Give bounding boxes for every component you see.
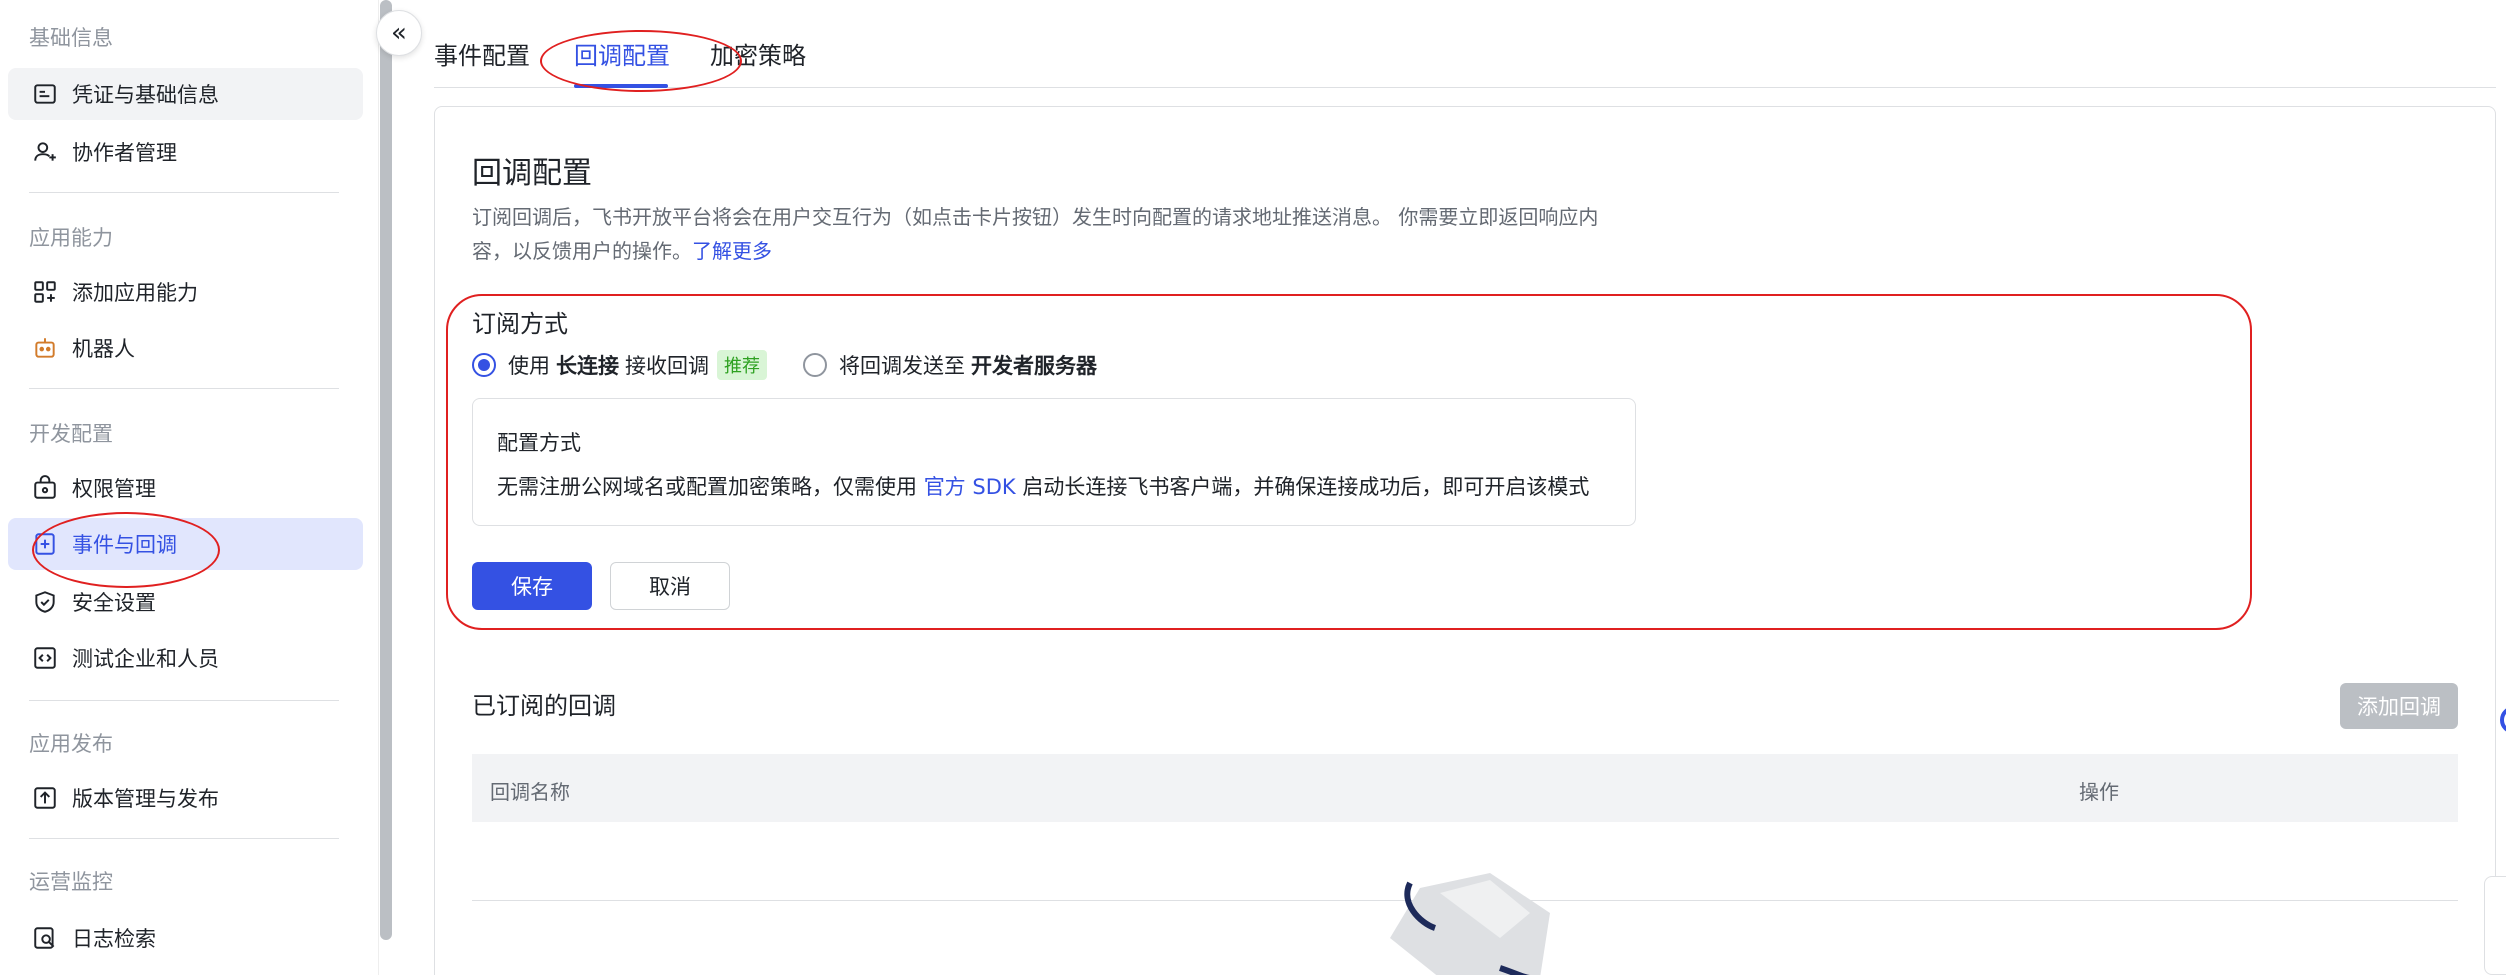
permission-icon xyxy=(32,475,58,501)
sidebar-item-log-search[interactable]: 日志检索 xyxy=(8,912,363,964)
active-tab-underline xyxy=(574,84,668,88)
subscribed-callbacks-title: 已订阅的回调 xyxy=(472,692,616,720)
floating-assistant-icon[interactable] xyxy=(2492,700,2506,740)
subscribe-method-options: 使用 长连接 接收回调 推荐 将回调发送至 开发者服务器 xyxy=(472,350,1103,380)
sidebar-item-security[interactable]: 安全设置 xyxy=(8,576,363,628)
log-search-icon xyxy=(32,925,58,951)
official-sdk-link[interactable]: 官方 SDK xyxy=(924,475,1016,499)
sidebar-item-events-callbacks[interactable]: 事件与回调 xyxy=(8,518,363,570)
empty-state-illustration xyxy=(1390,873,1550,975)
section-dev-config: 开发配置 xyxy=(29,422,113,446)
tab-bar: 事件配置 回调配置 加密策略 xyxy=(434,0,2496,88)
option2-bold: 开发者服务器 xyxy=(971,354,1097,378)
option1-post: 接收回调 xyxy=(625,354,709,378)
event-icon xyxy=(32,531,58,557)
sidebar-item-label: 添加应用能力 xyxy=(72,281,198,305)
sidebar-item-permissions[interactable]: 权限管理 xyxy=(8,462,363,514)
sidebar-item-label: 凭证与基础信息 xyxy=(72,83,219,107)
sidebar-scrollbar-thumb[interactable] xyxy=(380,0,392,940)
config-method-box: 配置方式 无需注册公网域名或配置加密策略，仅需使用 官方 SDK 启动长连接飞书… xyxy=(472,398,1636,526)
robot-icon xyxy=(32,335,58,361)
config-text-post: 启动长连接飞书客户端，并确保连接成功后，即可开启该模式 xyxy=(1022,475,1590,499)
option1-bold: 长连接 xyxy=(556,354,619,378)
table-header: 回调名称 操作 xyxy=(472,754,2458,822)
option1-pre: 使用 xyxy=(508,354,550,378)
config-method-text: 无需注册公网域名或配置加密策略，仅需使用 官方 SDK 启动长连接飞书客户端，并… xyxy=(497,471,1589,501)
page-description: 订阅回调后，飞书开放平台将会在用户交互行为（如点击卡片按钮）发生时向配置的请求地… xyxy=(472,200,1672,268)
radio-long-connection[interactable] xyxy=(472,353,496,377)
radio-developer-server[interactable] xyxy=(803,353,827,377)
save-button[interactable]: 保存 xyxy=(472,562,592,610)
credential-icon xyxy=(32,81,58,107)
collapse-sidebar-button[interactable]: « xyxy=(376,10,422,56)
sidebar-item-credentials[interactable]: 凭证与基础信息 xyxy=(8,68,363,120)
subscribe-method-title: 订阅方式 xyxy=(472,310,568,338)
sidebar-item-label: 机器人 xyxy=(72,337,135,361)
user-add-icon xyxy=(32,139,58,165)
sidebar-item-label: 事件与回调 xyxy=(72,533,177,557)
config-method-title: 配置方式 xyxy=(497,431,581,455)
floating-help-panel[interactable] xyxy=(2484,876,2506,975)
sidebar-item-test-org[interactable]: 测试企业和人员 xyxy=(8,632,363,684)
cancel-button[interactable]: 取消 xyxy=(610,562,730,610)
sidebar-item-robot[interactable]: 机器人 xyxy=(8,322,363,374)
column-callback-name: 回调名称 xyxy=(490,780,570,804)
apps-add-icon xyxy=(32,279,58,305)
code-icon xyxy=(32,645,58,671)
config-text-pre: 无需注册公网域名或配置加密策略，仅需使用 xyxy=(497,475,917,499)
sidebar-item-label: 测试企业和人员 xyxy=(72,647,219,671)
recommend-badge: 推荐 xyxy=(717,350,767,380)
upload-icon xyxy=(32,785,58,811)
sidebar-item-label: 安全设置 xyxy=(72,591,156,615)
option2-pre: 将回调发送至 xyxy=(839,354,965,378)
sidebar-item-add-capability[interactable]: 添加应用能力 xyxy=(8,266,363,318)
tab-event-config[interactable]: 事件配置 xyxy=(434,36,530,71)
sidebar: 基础信息 凭证与基础信息 协作者管理 应用能力 添加应用能力 机器人 开发配置 … xyxy=(0,0,372,975)
section-ops-monitor: 运营监控 xyxy=(29,870,113,894)
tab-encryption-policy[interactable]: 加密策略 xyxy=(710,36,806,71)
divider xyxy=(29,700,339,701)
description-line-1: 订阅回调后，飞书开放平台将会在用户交互行为（如点击卡片按钮）发生时向配置的请求地… xyxy=(472,205,1599,229)
section-basic-info: 基础信息 xyxy=(29,26,113,50)
sidebar-item-label: 权限管理 xyxy=(72,477,156,501)
sidebar-item-label: 日志检索 xyxy=(72,927,156,951)
divider xyxy=(29,192,339,193)
sidebar-item-label: 版本管理与发布 xyxy=(72,787,219,811)
section-app-capability: 应用能力 xyxy=(29,226,113,250)
page-title: 回调配置 xyxy=(472,156,592,191)
tab-callback-config[interactable]: 回调配置 xyxy=(574,36,670,71)
shield-icon xyxy=(32,589,58,615)
add-callback-button[interactable]: 添加回调 xyxy=(2340,683,2458,729)
sidebar-item-collaborators[interactable]: 协作者管理 xyxy=(8,126,363,178)
double-chevron-left-icon: « xyxy=(391,18,407,48)
sidebar-item-label: 协作者管理 xyxy=(72,141,177,165)
divider xyxy=(29,388,339,389)
column-actions: 操作 xyxy=(2079,780,2119,804)
section-app-release: 应用发布 xyxy=(29,732,113,756)
learn-more-link[interactable]: 了解更多 xyxy=(692,239,772,263)
description-line-2: 容，以反馈用户的操作。 xyxy=(472,239,692,263)
divider xyxy=(29,838,339,839)
sidebar-item-version-release[interactable]: 版本管理与发布 xyxy=(8,772,363,824)
